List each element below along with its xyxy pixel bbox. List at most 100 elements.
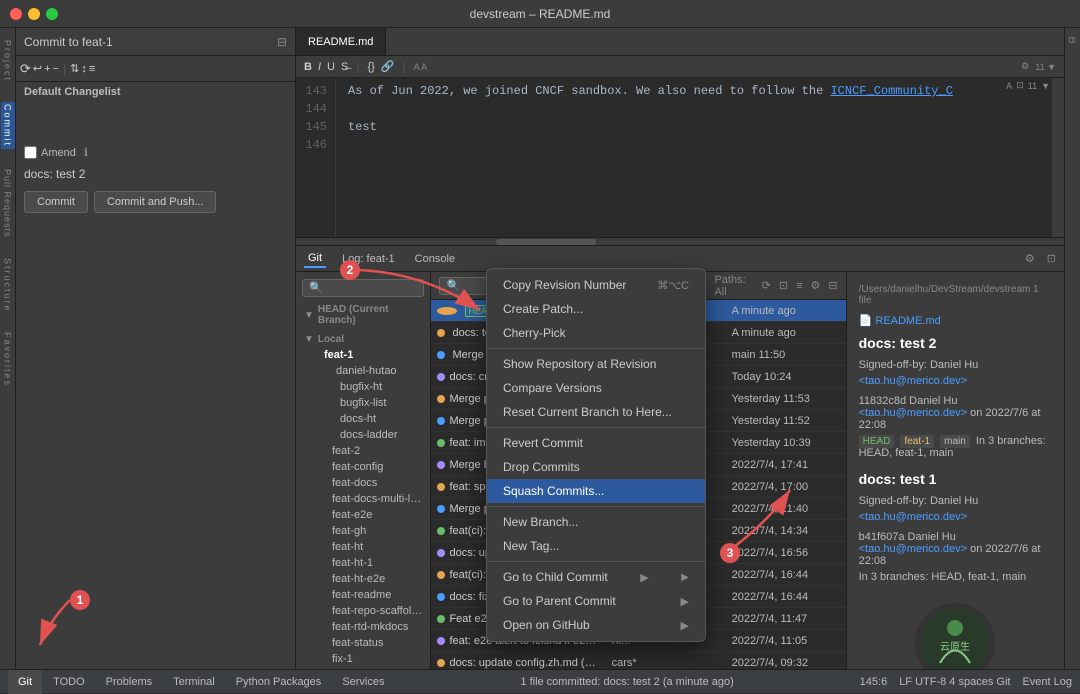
editor-content[interactable]: As of Jun 2022, we joined CNCF sandbox. … (336, 78, 1064, 237)
settings-gear-icon[interactable]: ⚙ (1025, 252, 1035, 265)
commit-date-12: 2022/7/4, 16:44 (726, 569, 846, 581)
branch-bugfix-ht[interactable]: bugfix-ht (304, 379, 430, 395)
log-expand-icon[interactable]: ⊡ (779, 279, 788, 292)
readme-tab[interactable]: README.md (296, 28, 386, 55)
detail-commit2-hash: b41f607a Daniel Hu <tao.hu@merico.dev> o… (859, 531, 1052, 567)
branch-daniel-hutao[interactable]: daniel-hutao (304, 363, 430, 379)
branch-feat-docs-multi[interactable]: feat-docs-multi-lang (304, 491, 430, 507)
head-header[interactable]: ▼ HEAD (Current Branch) (296, 302, 430, 328)
terminal-tab[interactable]: Terminal (163, 670, 225, 694)
branch-docs-ladder[interactable]: docs-ladder (304, 427, 430, 443)
remove-icon[interactable]: − (53, 63, 59, 75)
revert-commit-menu-item[interactable]: Revert Commit (487, 431, 705, 455)
branch-feat-ht[interactable]: feat-ht (304, 539, 430, 555)
cherry-pick-menu-item[interactable]: Cherry-Pick (487, 321, 705, 345)
branch-feat-2[interactable]: feat-2 (304, 443, 430, 459)
close-button[interactable] (10, 8, 22, 20)
commit-panel-expand[interactable]: ⊟ (277, 35, 287, 49)
favorites-tab[interactable]: Favorites (3, 332, 13, 387)
line-numbers: 143 144 145 146 (296, 78, 336, 237)
branch-feat-docs[interactable]: feat-docs (304, 475, 430, 491)
line-num-146: 146 (296, 136, 327, 154)
link-icon[interactable]: 🔗 (381, 60, 395, 73)
branch-feat-config[interactable]: feat-config (304, 459, 430, 475)
create-patch-menu-item[interactable]: Create Patch... (487, 297, 705, 321)
commit-push-button[interactable]: Commit and Push... (94, 191, 217, 213)
maximize-icon[interactable]: ⊡ (1047, 252, 1056, 265)
branch-search-row (296, 276, 430, 300)
strikethrough-icon[interactable]: S̶ (341, 61, 348, 73)
code-icon[interactable]: {} (367, 61, 374, 73)
refresh-icon[interactable]: ⟳ (20, 61, 31, 77)
editor-scrollbar[interactable] (1052, 78, 1064, 237)
branch-feat-readme[interactable]: feat-readme (304, 587, 430, 603)
commit-row-16[interactable]: docs: update config.zh.md (#803)cars*202… (431, 652, 845, 669)
maximize-button[interactable] (46, 8, 58, 20)
drop-commits-menu-item[interactable]: Drop Commits (487, 455, 705, 479)
branch-feat-rtd[interactable]: feat-rtd-mkdocs (304, 619, 430, 635)
git-status-tab[interactable]: Git (8, 670, 42, 694)
reset-branch-menu-item[interactable]: Reset Current Branch to Here... (487, 400, 705, 424)
encoding-info: LF UTF-8 4 spaces Git (899, 676, 1010, 688)
event-log-btn[interactable]: Event Log (1022, 676, 1072, 688)
show-repository-menu-item[interactable]: Show Repository at Revision (487, 352, 705, 376)
branch-fix-1[interactable]: fix-1 (304, 651, 430, 667)
python-tab[interactable]: Python Packages (226, 670, 332, 694)
log-settings2-icon[interactable]: ⚙ (811, 279, 821, 292)
services-tab[interactable]: Services (332, 670, 394, 694)
filter-icon[interactable]: ≡ (89, 63, 95, 75)
structure-tab[interactable]: Structure (3, 258, 13, 313)
go-to-parent-commit-menu-item[interactable]: Go to Parent Commit ▶ (487, 589, 705, 613)
branch-bugfix-list[interactable]: bugfix-list (304, 395, 430, 411)
git-tab[interactable]: Git (304, 250, 326, 268)
rollback-icon[interactable]: ↩ (33, 62, 42, 75)
underline-icon[interactable]: U (327, 61, 335, 73)
line-count: 11 ▼ (1035, 62, 1056, 72)
branch-feat-gh[interactable]: feat-gh (304, 523, 430, 539)
new-branch-menu-item[interactable]: New Branch... (487, 510, 705, 534)
branch-feat-ht-e2e[interactable]: feat-ht-e2e (304, 571, 430, 587)
commit-button[interactable]: Commit (24, 191, 88, 213)
compare-versions-menu-item[interactable]: Compare Versions (487, 376, 705, 400)
branch-search-input[interactable] (302, 279, 424, 297)
new-tag-menu-item[interactable]: New Tag... (487, 534, 705, 558)
log-feat1-tab[interactable]: Log: feat-1 (338, 251, 399, 267)
branch-feat-e2e[interactable]: feat-e2e (304, 507, 430, 523)
bold-icon[interactable]: B (304, 61, 312, 73)
log-filter-icon[interactable]: ≡ (796, 280, 802, 292)
go-to-child-commit-menu-item[interactable]: Go to Child Commit ▶ (487, 565, 705, 589)
italic-icon[interactable]: I (318, 61, 321, 73)
amend-checkbox[interactable] (24, 146, 37, 159)
log-maximize-icon[interactable]: ⊟ (828, 279, 837, 292)
add-icon[interactable]: + (44, 63, 50, 75)
squash-commits-menu-item[interactable]: Squash Commits... (487, 479, 705, 503)
commit-tab[interactable]: Commit (1, 102, 15, 149)
left-sidebar-icons: Project Commit Pull Requests Structure F… (0, 28, 16, 669)
window-title: devstream – README.md (470, 7, 611, 21)
sort-icon[interactable]: ↕ (81, 63, 87, 75)
pull-requests-tab[interactable]: Pull Requests (3, 169, 13, 238)
commit-panel-toolbar: ⟳ ↩ + − | ⇅ ↕ ≡ (16, 56, 295, 82)
notifications-icon[interactable]: ⊟ (1068, 36, 1078, 45)
logo-circle: 云原生 (915, 603, 995, 669)
local-header[interactable]: ▼ Local (296, 332, 430, 347)
branch-feat-ht-1[interactable]: feat-ht-1 (304, 555, 430, 571)
branch-feat-status[interactable]: feat-status (304, 635, 430, 651)
minimize-button[interactable] (28, 8, 40, 20)
editor-line-145: test (348, 118, 1052, 136)
branch-feat-1[interactable]: feat-1 (304, 347, 430, 363)
console-tab[interactable]: Console (411, 251, 459, 267)
move-icon[interactable]: ⇅ (70, 62, 79, 75)
copy-revision-menu-item[interactable]: Copy Revision Number ⌘⌥C (487, 273, 705, 297)
branch-feat-repo[interactable]: feat-repo-scaffolding (304, 603, 430, 619)
editor-hscrollbar[interactable] (296, 238, 1064, 246)
project-tab[interactable]: Project (3, 40, 13, 82)
settings-icon[interactable]: ⚙ (1021, 61, 1029, 72)
local-section: ▼ Local feat-1 daniel-hutao bugfix-ht bu… (296, 330, 430, 669)
problems-tab[interactable]: Problems (96, 670, 162, 694)
log-refresh-icon[interactable]: ⟳ (762, 279, 771, 292)
todo-tab[interactable]: TODO (43, 670, 95, 694)
commit-date-11: 2022/7/4, 16:56 (726, 547, 846, 559)
branch-docs-ht[interactable]: docs-ht (304, 411, 430, 427)
open-github-menu-item[interactable]: Open on GitHub ▶ (487, 613, 705, 637)
